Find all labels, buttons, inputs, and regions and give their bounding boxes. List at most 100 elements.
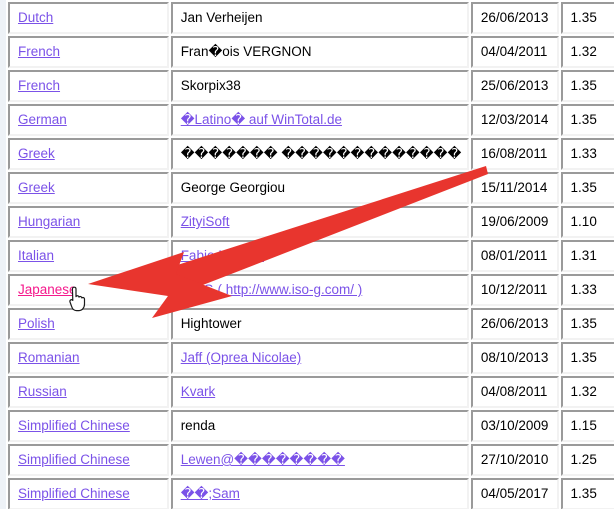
cell-language: German [8,104,169,136]
language-link[interactable]: Japanese [18,282,77,297]
table-row: Simplified Chinese ��;Sam 04/05/2017 1.35 [8,478,614,509]
cell-language: Polish [8,308,169,340]
cell-date: 27/10/2010 [470,444,559,476]
cell-author: ZityiSoft [170,206,469,238]
cell-language: Greek [8,172,169,204]
cell-date: 03/10/2009 [470,410,559,442]
cell-language: Simplified Chinese [8,410,169,442]
language-link[interactable]: Romanian [18,350,80,365]
cell-author: ��;Sam [170,478,469,509]
cell-version: 1.15 [560,410,614,442]
cell-author: Fran�ois VERGNON [170,36,469,68]
language-link[interactable]: Italian [18,248,54,263]
cell-version: 1.33 [560,274,614,306]
table-row: Japanese Iso-G ( http://www.iso-g.com/ ) 1… [8,274,614,306]
cell-version: 1.35 [560,70,614,102]
author-link[interactable]: ZityiSoft [181,214,230,229]
cell-date: 12/03/2014 [470,104,559,136]
author-link[interactable]: Fabio Milocco [181,248,264,263]
cell-date: 04/08/2011 [470,376,559,408]
cell-date: 04/05/2017 [470,478,559,509]
table-row: Polish Hightower 26/06/2013 1.35 [8,308,614,340]
language-link[interactable]: Simplified Chinese [18,452,130,467]
cell-version: 1.35 [560,104,614,136]
cell-author: Jan Verheijen [170,2,469,34]
translations-table: Dutch Jan Verheijen 26/06/2013 1.35 French Fr… [6,0,614,509]
cell-language: French [8,70,169,102]
cell-language: French [8,36,169,68]
cell-author: ������� ������������� [170,138,469,170]
cell-date: 04/04/2011 [470,36,559,68]
cell-date: 08/10/2013 [470,342,559,374]
cell-version: 1.35 [560,172,614,204]
cell-date: 16/08/2011 [470,138,559,170]
cell-version: 1.33 [560,138,614,170]
cell-version: 1.32 [560,36,614,68]
language-link[interactable]: Simplified Chinese [18,418,130,433]
cell-language: Italian [8,240,169,272]
table-row: Italian Fabio Milocco 08/01/2011 1.31 [8,240,614,272]
cell-language: Japanese [8,274,169,306]
cell-date: 10/12/2011 [470,274,559,306]
language-link[interactable]: Dutch [18,10,53,25]
cell-language: Simplified Chinese [8,444,169,476]
language-link[interactable]: French [18,78,60,93]
language-link[interactable]: French [18,44,60,59]
cell-date: 26/06/2013 [470,308,559,340]
cell-author: renda [170,410,469,442]
table-row: Romanian Jaff (Oprea Nicolae) 08/10/2013 1.… [8,342,614,374]
author-link[interactable]: Lewen@�������� [181,452,345,467]
author-link[interactable]: �Latino� auf WinTotal.de [181,112,342,127]
cell-author: Lewen@�������� [170,444,469,476]
cell-date: 15/11/2014 [470,172,559,204]
cell-author: Skorpix38 [170,70,469,102]
table-row: French Skorpix38 25/06/2013 1.35 [8,70,614,102]
table-row: Simplified Chinese renda 03/10/2009 1.15 [8,410,614,442]
cell-author: Fabio Milocco [170,240,469,272]
cell-author: Kvark [170,376,469,408]
author-link[interactable]: Iso-G ( http://www.iso-g.com/ ) [181,282,363,297]
cell-date: 19/06/2009 [470,206,559,238]
table-row: Russian Kvark 04/08/2011 1.32 [8,376,614,408]
language-link[interactable]: Hungarian [18,214,80,229]
table-row: Hungarian ZityiSoft 19/06/2009 1.10 [8,206,614,238]
page-background: Dutch Jan Verheijen 26/06/2013 1.35 French Fr… [0,0,614,509]
cell-author: �Latino� auf WinTotal.de [170,104,469,136]
cell-version: 1.35 [560,308,614,340]
language-link[interactable]: German [18,112,67,127]
cell-version: 1.35 [560,342,614,374]
cell-author: Iso-G ( http://www.iso-g.com/ ) [170,274,469,306]
language-link[interactable]: Greek [18,146,55,161]
cell-language: Russian [8,376,169,408]
cell-version: 1.35 [560,478,614,509]
translations-table-body: Dutch Jan Verheijen 26/06/2013 1.35 French Fr… [8,2,614,509]
author-link[interactable]: ��;Sam [181,486,240,501]
table-row: German �Latino� auf WinTotal.de 12/03/2014… [8,104,614,136]
author-link[interactable]: Jaff (Oprea Nicolae) [181,350,302,365]
table-row: Simplified Chinese Lewen@�������� 27/10/20… [8,444,614,476]
language-link[interactable]: Polish [18,316,55,331]
cell-date: 25/06/2013 [470,70,559,102]
cell-language: Simplified Chinese [8,478,169,509]
cell-version: 1.31 [560,240,614,272]
table-row: Greek ������� ������������� 16/08/2011 1.33 [8,138,614,170]
cell-version: 1.35 [560,2,614,34]
author-link[interactable]: Kvark [181,384,216,399]
cell-author: Jaff (Oprea Nicolae) [170,342,469,374]
language-link[interactable]: Simplified Chinese [18,486,130,501]
cell-author: Hightower [170,308,469,340]
cell-language: Romanian [8,342,169,374]
cell-language: Dutch [8,2,169,34]
cell-language: Greek [8,138,169,170]
cell-language: Hungarian [8,206,169,238]
language-link[interactable]: Greek [18,180,55,195]
language-link[interactable]: Russian [18,384,67,399]
table-row: Greek George Georgiou 15/11/2014 1.35 [8,172,614,204]
cell-version: 1.25 [560,444,614,476]
cell-author: George Georgiou [170,172,469,204]
cell-date: 26/06/2013 [470,2,559,34]
cell-version: 1.32 [560,376,614,408]
table-row: French Fran�ois VERGNON 04/04/2011 1.32 [8,36,614,68]
table-row: Dutch Jan Verheijen 26/06/2013 1.35 [8,2,614,34]
page-content: Dutch Jan Verheijen 26/06/2013 1.35 French Fr… [6,0,614,509]
